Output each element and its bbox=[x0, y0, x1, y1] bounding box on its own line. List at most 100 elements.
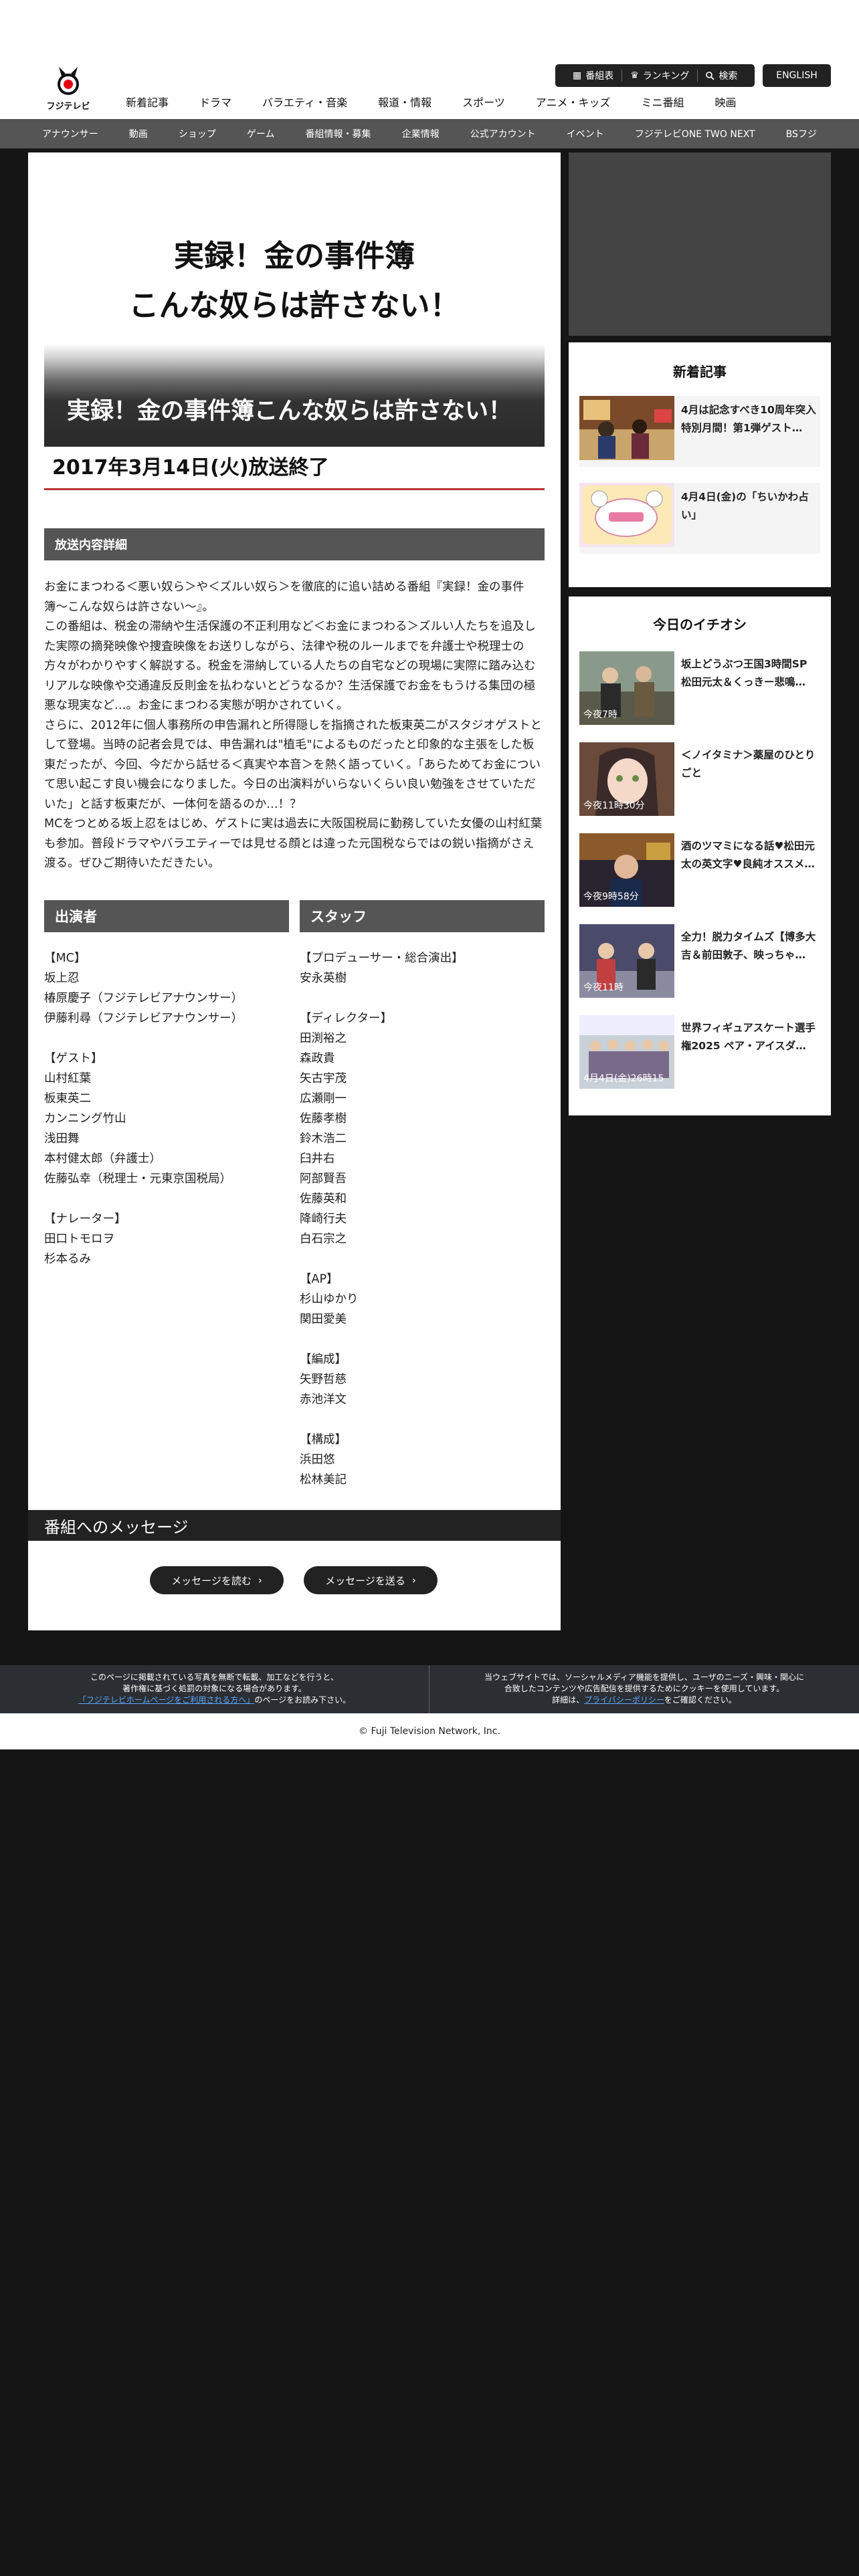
read-message-label: メッセージを読む bbox=[171, 1574, 252, 1587]
pickup-item[interactable]: 今夜9時58分 酒のツマミになる話♥松田元太の英文字♥良純オススメ… bbox=[579, 833, 820, 907]
tv-schedule-button[interactable]: ▦ 番組表 bbox=[565, 70, 622, 82]
subnav-program-info[interactable]: 番組情報・募集 bbox=[306, 127, 371, 140]
credit-spacer bbox=[300, 1329, 545, 1350]
copyright-notice: このページに掲載されている写真を無断で転載、加工などを行うと、 著作権に基づく処… bbox=[0, 1672, 429, 1706]
nav-new-articles[interactable]: 新着記事 bbox=[126, 94, 169, 110]
copyright: © Fuji Television Network, Inc. bbox=[0, 1713, 859, 1749]
site-header: フジテレビ ▦ 番組表 ♛ ランキング 検索 ENGLISH 新着記事 ドラマ … bbox=[0, 0, 859, 119]
ranking-button[interactable]: ♛ ランキング bbox=[622, 70, 697, 82]
credit-name: 板東英二 bbox=[44, 1092, 91, 1105]
message-heading: 番組へのメッセージ bbox=[28, 1510, 561, 1541]
pickup-time: 今夜7時 bbox=[583, 710, 617, 720]
english-button[interactable]: ENGLISH bbox=[763, 64, 831, 87]
notice-suffix: をご確認ください。 bbox=[664, 1695, 737, 1705]
broadcast-end-date: 2017年3月14日(火)放送終了 bbox=[52, 456, 329, 479]
hero-title-line1: 実録！金の事件簿 bbox=[173, 238, 415, 274]
send-message-button[interactable]: メッセージを送る › bbox=[304, 1566, 438, 1594]
nav-drama[interactable]: ドラマ bbox=[199, 94, 231, 110]
credit-name: 佐藤英和 bbox=[300, 1192, 347, 1206]
subnav-videos[interactable]: 動画 bbox=[129, 127, 148, 140]
credit-spacer bbox=[300, 1410, 545, 1430]
hero-title: 実録！金の事件簿 こんな奴らは許さない！ bbox=[28, 231, 561, 330]
search-label: 検索 bbox=[719, 71, 738, 82]
credit-role-heading: 【編成】 bbox=[300, 1353, 347, 1366]
subnav-corporate[interactable]: 企業情報 bbox=[402, 127, 440, 140]
credit-name: 田口トモロヲ bbox=[44, 1232, 114, 1246]
subnav-official-accounts[interactable]: 公式アカウント bbox=[470, 127, 536, 140]
new-articles-heading: 新着記事 bbox=[673, 364, 727, 380]
credit-name: カンニング竹山 bbox=[44, 1112, 126, 1125]
credit-role-heading: 【プロデューサー・総合演出】 bbox=[300, 952, 464, 965]
nav-mini-programs[interactable]: ミニ番組 bbox=[641, 94, 684, 110]
new-article-title: 4月は記念すべき10周年突入特別月間！第1弾ゲスト… bbox=[681, 404, 816, 434]
pickup-time: 今夜11時30分 bbox=[583, 800, 645, 811]
notice-line: 合致したコンテンツや広告配信を提供するためにクッキーを使用しています。 bbox=[504, 1684, 785, 1693]
credit-spacer bbox=[300, 988, 545, 1008]
notice-line: このページに掲載されている写真を無断で転載、加工などを行うと、 bbox=[90, 1673, 339, 1682]
privacy-policy-link[interactable]: プライバシーポリシー bbox=[584, 1695, 664, 1705]
nav-sports[interactable]: スポーツ bbox=[462, 94, 505, 110]
credit-name: 降崎行夫 bbox=[300, 1212, 347, 1226]
credit-name: 広瀬剛一 bbox=[300, 1092, 347, 1105]
new-article-item[interactable]: 4月4日(金)の「ちいかわ占い」 bbox=[579, 483, 820, 554]
pickup-item[interactable]: 今夜11時30分 ＜ノイタミナ＞薬屋のひとりごと bbox=[579, 742, 820, 816]
search-button[interactable]: 検索 bbox=[697, 70, 745, 82]
fujitv-logo[interactable]: フジテレビ bbox=[45, 67, 91, 112]
new-articles-box: 新着記事 4月は記念すべき10周年突入特別月間！第1弾ゲスト… 4月4日(金)の… bbox=[569, 342, 831, 587]
article-thumbnail bbox=[579, 483, 674, 547]
cast-list: 【MC】坂上忍椿原慶子（フジテレビアナウンサー） 伊藤利尋（フジテレビアナウンサー… bbox=[44, 948, 289, 1269]
pickup-item[interactable]: 今夜11時 全力！脱力タイムズ【博多大吉＆前田敦子、映っちゃ… bbox=[579, 924, 820, 998]
fujitv-eye-logo-icon bbox=[58, 67, 79, 95]
terms-link[interactable]: 「フジテレビホームページをご利用される方へ」 bbox=[78, 1695, 254, 1705]
subnav-announcers[interactable]: アナウンサー bbox=[42, 127, 98, 140]
credit-name: 松林美記 bbox=[300, 1473, 347, 1487]
credit-name: 浅田舞 bbox=[44, 1132, 80, 1146]
pickup-heading: 今日のイチオシ bbox=[653, 617, 747, 633]
subnav-events[interactable]: イベント bbox=[567, 127, 604, 140]
logo-text: フジテレビ bbox=[46, 102, 90, 112]
read-message-button[interactable]: メッセージを読む › bbox=[150, 1566, 284, 1594]
credit-name: 杉本るみ bbox=[44, 1253, 91, 1266]
new-article-title: 4月4日(金)の「ちいかわ占い」 bbox=[681, 491, 809, 521]
credit-name: 浜田悠 bbox=[300, 1453, 335, 1467]
top-button-group: ▦ 番組表 ♛ ランキング 検索 bbox=[555, 64, 755, 87]
subnav-bs-fuji[interactable]: BSフジ bbox=[786, 127, 817, 140]
credit-name: 安永英樹 bbox=[300, 972, 347, 985]
credit-name: 阿部賢吾 bbox=[300, 1172, 347, 1186]
credit-spacer bbox=[300, 1249, 545, 1269]
chevron-right-icon: › bbox=[411, 1574, 416, 1586]
advertisement-slot[interactable] bbox=[569, 152, 831, 336]
credit-name: 臼井右 bbox=[300, 1152, 335, 1166]
subnav-one-two-next[interactable]: フジテレビONE TWO NEXT bbox=[635, 127, 755, 140]
nav-movies[interactable]: 映画 bbox=[714, 94, 736, 110]
description-paragraph: さらに、2012年に個人事務所の申告漏れと所得隠しを指摘された板東英二がスタジオ… bbox=[44, 718, 543, 811]
credit-spacer bbox=[44, 1189, 289, 1209]
notice-suffix: のページをお読み下さい。 bbox=[254, 1695, 351, 1705]
sub-nav: アナウンサー 動画 ショップ ゲーム 番組情報・募集 企業情報 公式アカウント … bbox=[0, 119, 859, 148]
credit-name: 鈴木浩二 bbox=[300, 1132, 347, 1146]
subnav-games[interactable]: ゲーム bbox=[247, 127, 275, 140]
nav-variety-music[interactable]: バラエティ・音楽 bbox=[262, 94, 347, 110]
nav-anime-kids[interactable]: アニメ・キッズ bbox=[536, 94, 611, 110]
new-article-item[interactable]: 4月は記念すべき10周年突入特別月間！第1弾ゲスト… bbox=[579, 396, 820, 467]
staff-heading: スタッフ bbox=[300, 900, 545, 932]
credit-role-heading: 【MC】 bbox=[44, 952, 86, 965]
send-message-label: メッセージを送る bbox=[325, 1574, 405, 1587]
chevron-right-icon: › bbox=[258, 1574, 262, 1586]
credit-role-heading: 【構成】 bbox=[300, 1433, 347, 1446]
subnav-shop[interactable]: ショップ bbox=[179, 127, 216, 140]
description-paragraph: MCをつとめる坂上忍をはじめ、ゲストに実は過去に大阪国税局に勤務していた女優の山… bbox=[44, 817, 543, 870]
credit-name: 佐藤弘幸（税理士・元東京国税局） bbox=[44, 1172, 231, 1186]
credit-role-heading: 【AP】 bbox=[300, 1273, 339, 1286]
credit-name: 伊藤利尋（フジテレビアナウンサー） bbox=[44, 1012, 244, 1025]
credit-name: 矢古宇茂 bbox=[300, 1072, 347, 1085]
pickup-item[interactable]: 今夜7時 坂上どうぶつ王国3時間SP 松田元太＆くっきー悲鳴… bbox=[579, 651, 820, 725]
banner-title: 実録！金の事件簿こんな奴らは許さない！ bbox=[67, 398, 512, 425]
credit-name: 森政貴 bbox=[300, 1052, 335, 1065]
credit-name: 椿原慶子（フジテレビアナウンサー） bbox=[44, 992, 244, 1005]
description-paragraph: この番組は、税金の滞納や生活保護の不正利用など＜お金にまつわる＞ズルい人たちを追… bbox=[44, 620, 536, 712]
credit-name: 坂上忍 bbox=[44, 972, 80, 985]
nav-news-info[interactable]: 報道・情報 bbox=[378, 94, 432, 110]
credit-name: 矢野哲慈 bbox=[300, 1373, 347, 1386]
pickup-item[interactable]: 4月4日(金)26時15 世界フィギュアスケート選手権2025 ペア・アイスダ… bbox=[579, 1015, 820, 1089]
